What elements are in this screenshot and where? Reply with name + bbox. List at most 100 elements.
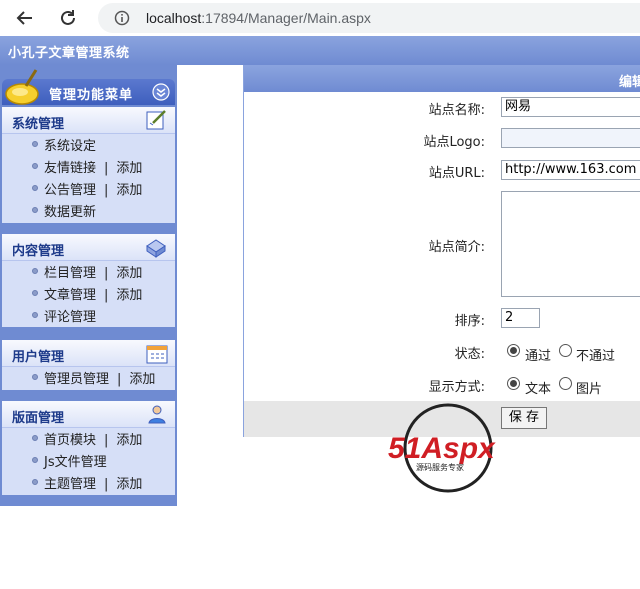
reload-button[interactable] [55, 6, 81, 30]
menu-item[interactable]: 栏目管理 | 添加 [2, 263, 175, 285]
status-fail-radio[interactable] [559, 344, 572, 357]
separator: | [117, 372, 122, 387]
display-text-label[interactable]: 文本 [525, 378, 551, 397]
broom-logo-icon [5, 69, 39, 105]
status-pass-label[interactable]: 通过 [525, 345, 551, 364]
bullet-icon [32, 479, 38, 485]
menu-item[interactable]: Js文件管理 [2, 452, 175, 474]
menu-item[interactable]: 主题管理 | 添加 [2, 474, 175, 496]
add-link[interactable]: 添加 [116, 183, 142, 198]
left-menu-panel: 管理功能菜单 系统管理 系统设定 友情链接 | 添加 公告管理 | 添加 数据更新 内容… [0, 65, 177, 506]
url-text: localhost:17894/Manager/Main.aspx [146, 10, 371, 26]
item-link[interactable]: 主题管理 [44, 477, 96, 492]
menu-item[interactable]: 文章管理 | 添加 [2, 285, 175, 307]
display-image-radio[interactable] [559, 377, 572, 390]
group-header[interactable]: 内容管理 [2, 234, 175, 261]
group-header[interactable]: 系统管理 [2, 107, 175, 134]
menu-group-users: 用户管理 管理员管理 | 添加 [2, 340, 175, 390]
bullet-icon [32, 312, 38, 318]
bullet-icon [32, 268, 38, 274]
info-icon[interactable] [114, 10, 130, 26]
add-link[interactable]: 添加 [116, 477, 142, 492]
menu-header: 管理功能菜单 [2, 69, 175, 105]
user-icon [148, 405, 166, 424]
item-link[interactable]: 栏目管理 [44, 266, 96, 281]
watermark-brand: 51Aspx [388, 432, 496, 465]
add-link[interactable]: 添加 [116, 288, 142, 303]
add-link[interactable]: 添加 [116, 433, 142, 448]
bullet-icon [32, 207, 38, 213]
display-text-radio[interactable] [507, 377, 520, 390]
address-bar[interactable]: localhost:17894/Manager/Main.aspx [98, 3, 640, 33]
group-title: 版面管理 [12, 411, 65, 426]
menu-item[interactable]: 评论管理 [2, 307, 175, 329]
bullet-icon [32, 374, 38, 380]
item-link[interactable]: 文章管理 [44, 288, 96, 303]
form-title: 编辑 [619, 75, 640, 90]
menu-group-system: 系统管理 系统设定 友情链接 | 添加 公告管理 | 添加 数据更新 [2, 107, 175, 223]
site-intro-textarea[interactable] [501, 191, 640, 297]
menu-title: 管理功能菜单 [49, 88, 134, 103]
item-link[interactable]: 评论管理 [44, 310, 96, 325]
app-header: 小孔子文章管理系统 [0, 36, 640, 65]
add-link[interactable]: 添加 [116, 266, 142, 281]
separator: | [104, 183, 109, 198]
group-title: 系统管理 [12, 117, 65, 132]
add-link[interactable]: 添加 [116, 161, 142, 176]
item-link[interactable]: 系统设定 [44, 139, 96, 154]
bullet-icon [32, 457, 38, 463]
menu-item[interactable]: 首页模块 | 添加 [2, 430, 175, 452]
calendar-icon [146, 345, 168, 364]
item-link[interactable]: 友情链接 [44, 161, 96, 176]
display-label: 显示方式: [428, 380, 485, 395]
sort-input[interactable]: 2 [501, 308, 540, 328]
group-title: 内容管理 [12, 244, 65, 259]
menu-group-layout: 版面管理 首页模块 | 添加 Js文件管理 主题管理 | 添加 [2, 401, 175, 495]
separator: | [104, 161, 109, 176]
sort-label: 排序: [454, 314, 485, 329]
site-url-input[interactable]: http://www.163.com [501, 160, 640, 180]
bullet-icon [32, 141, 38, 147]
menu-item[interactable]: 数据更新 [2, 202, 175, 224]
edit-note-icon [146, 110, 166, 130]
item-link[interactable]: 首页模块 [44, 433, 96, 448]
separator: | [104, 477, 109, 492]
item-link[interactable]: 数据更新 [44, 205, 96, 220]
display-image-label[interactable]: 图片 [576, 378, 602, 397]
group-header[interactable]: 用户管理 [2, 340, 175, 367]
status-label: 状态: [454, 347, 485, 362]
site-logo-input[interactable] [501, 128, 640, 148]
dice-icon [146, 239, 166, 258]
site-intro-label: 站点简介: [428, 240, 485, 255]
site-url-label: 站点URL: [428, 166, 485, 181]
item-link[interactable]: 公告管理 [44, 183, 96, 198]
reload-icon [61, 10, 75, 25]
edit-form-panel: 编辑 站点名称: 网易 站点Logo: 站点URL: http://www.16… [243, 65, 640, 437]
item-link[interactable]: 管理员管理 [44, 372, 109, 387]
collapse-chevrons-icon[interactable] [152, 83, 170, 101]
back-arrow-icon [16, 11, 32, 25]
bullet-icon [32, 185, 38, 191]
separator: | [104, 288, 109, 303]
site-name-input[interactable]: 网易 [501, 97, 640, 117]
group-header[interactable]: 版面管理 [2, 401, 175, 428]
back-button[interactable] [12, 6, 38, 30]
bullet-icon [32, 290, 38, 296]
status-fail-label[interactable]: 不通过 [576, 345, 615, 364]
menu-item[interactable]: 系统设定 [2, 136, 175, 158]
menu-item[interactable]: 管理员管理 | 添加 [2, 369, 175, 391]
form-header: 编辑 [244, 66, 640, 92]
add-link[interactable]: 添加 [129, 372, 155, 387]
item-link[interactable]: Js文件管理 [44, 455, 107, 470]
watermark-tagline: 源码服务专家 [416, 462, 464, 472]
separator: | [104, 433, 109, 448]
status-pass-radio[interactable] [507, 344, 520, 357]
browser-toolbar: localhost:17894/Manager/Main.aspx [0, 0, 640, 36]
menu-group-content: 内容管理 栏目管理 | 添加 文章管理 | 添加 评论管理 [2, 234, 175, 327]
menu-item[interactable]: 公告管理 | 添加 [2, 180, 175, 202]
app-title: 小孔子文章管理系统 [8, 46, 130, 61]
menu-item[interactable]: 友情链接 | 添加 [2, 158, 175, 180]
bullet-icon [32, 435, 38, 441]
site-logo-label: 站点Logo: [423, 135, 485, 150]
bullet-icon [32, 163, 38, 169]
